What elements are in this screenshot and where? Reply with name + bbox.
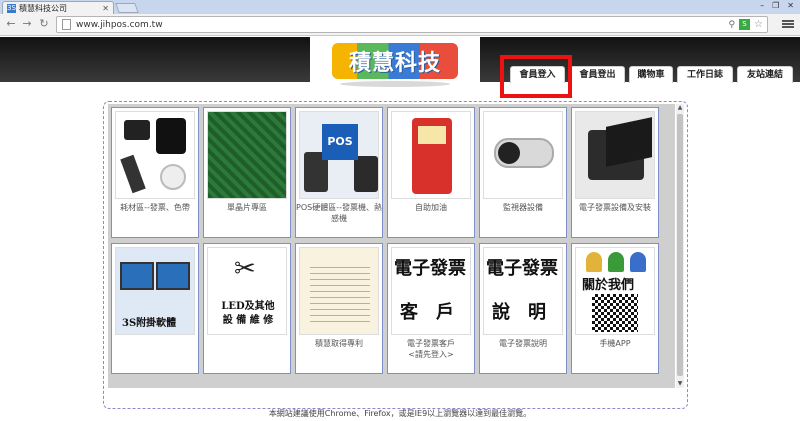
footer-note: 本網站建議使用Chrome、Firefox，或是IE9以上瀏覽器以達到最佳瀏覽。 bbox=[268, 409, 532, 418]
nav-cart[interactable]: 購物車 bbox=[629, 66, 673, 83]
tile-caption[interactable]: 電子發票設備及安裝 bbox=[572, 202, 658, 213]
browser-toolbar: ← → ↻ www.jihpos.com.tw ⚲ S ☆ bbox=[0, 14, 800, 36]
browser-tab[interactable]: 3S 積慧科技公司 ✕ bbox=[2, 1, 114, 14]
tile-e-invoice-explanation[interactable]: 電子發票 說 明 電子發票說明 bbox=[479, 243, 567, 374]
e-invoice-explanation-image: 電子發票 說 明 bbox=[483, 247, 563, 335]
extension-icon[interactable]: S bbox=[739, 19, 751, 30]
window-controls: – ❐ ✕ bbox=[760, 1, 794, 10]
tile-3s-software[interactable]: 3S附掛軟體 bbox=[111, 243, 199, 374]
big-text-line2: 客 戶 bbox=[400, 302, 454, 323]
forward-icon[interactable]: → bbox=[20, 17, 34, 31]
security-camera-image bbox=[483, 111, 563, 199]
nav-friend-links[interactable]: 友站連結 bbox=[737, 66, 793, 83]
scroll-thumb[interactable] bbox=[677, 114, 683, 376]
pos-badge: POS bbox=[322, 124, 358, 160]
tile-caption[interactable]: 電子發票說明 bbox=[480, 338, 566, 349]
tile-text-line2: 設 備 維 修 bbox=[222, 315, 274, 326]
tile-caption[interactable]: POS硬體區--發票機、熱感機 bbox=[296, 202, 382, 224]
invoice-printer-image bbox=[575, 111, 655, 199]
tools-image: ✂ LED及其他 設 備 維 修 bbox=[207, 247, 287, 335]
tile-surveillance[interactable]: 監視器設備 bbox=[479, 107, 567, 238]
site-favicon-icon: 3S bbox=[7, 3, 16, 13]
tab-title: 積慧科技公司 bbox=[19, 3, 67, 13]
menu-icon[interactable] bbox=[782, 18, 794, 30]
browser-tabstrip: 3S 積慧科技公司 ✕ – ❐ ✕ bbox=[0, 0, 800, 14]
big-text-line2: 說 明 bbox=[492, 302, 546, 323]
tile-e-invoice-customers[interactable]: 電子發票 客 戶 電子發票客戶 <請先登入> bbox=[387, 243, 475, 374]
site-logo[interactable]: 積慧科技 bbox=[310, 37, 480, 93]
highlight-box bbox=[500, 55, 572, 98]
tile-e-invoice-equipment[interactable]: 電子發票設備及安裝 bbox=[571, 107, 659, 238]
tile-caption[interactable]: 監視器設備 bbox=[480, 202, 566, 213]
bookmark-star-icon[interactable]: ☆ bbox=[754, 19, 763, 30]
tile-caption[interactable]: 電子發票客戶 <請先登入> bbox=[388, 338, 474, 360]
tile-mobile-app[interactable]: 關於我們 手機APP bbox=[571, 243, 659, 374]
circuit-board-image bbox=[207, 111, 287, 199]
reload-icon[interactable]: ↻ bbox=[37, 17, 51, 31]
qr-code-icon bbox=[592, 294, 638, 332]
caption-line2[interactable]: <請先登入> bbox=[388, 349, 474, 360]
address-bar[interactable]: www.jihpos.com.tw ⚲ S ☆ bbox=[56, 16, 768, 33]
big-text-line1: 電子發票 bbox=[486, 258, 558, 279]
tile-patents[interactable]: 積慧取得專利 bbox=[295, 243, 383, 374]
tab-close-icon[interactable]: ✕ bbox=[102, 4, 109, 13]
back-icon[interactable]: ← bbox=[4, 17, 18, 31]
pos-hardware-image: POS bbox=[299, 111, 379, 199]
about-us-image: 關於我們 bbox=[575, 247, 655, 335]
tile-self-service-fuel[interactable]: 自助加油 bbox=[387, 107, 475, 238]
tile-caption[interactable]: 手機APP bbox=[572, 338, 658, 349]
tile-pos-hardware[interactable]: POS POS硬體區--發票機、熱感機 bbox=[295, 107, 383, 238]
gas-pump-image bbox=[391, 111, 471, 199]
software-title: 3S附掛軟體 bbox=[122, 318, 177, 329]
minimize-button[interactable]: – bbox=[760, 1, 764, 10]
scroll-up-icon[interactable]: ▲ bbox=[676, 104, 684, 112]
about-us-title: 關於我們 bbox=[582, 278, 635, 293]
maximize-button[interactable]: ❐ bbox=[772, 1, 779, 10]
tile-caption[interactable]: 積慧取得專利 bbox=[296, 338, 382, 349]
nav-work-log[interactable]: 工作日誌 bbox=[677, 66, 733, 83]
big-text-line1: 電子發票 bbox=[394, 258, 466, 279]
page-icon bbox=[62, 19, 71, 30]
monitors-image: 3S附掛軟體 bbox=[115, 247, 195, 335]
e-invoice-customers-image: 電子發票 客 戶 bbox=[391, 247, 471, 335]
tile-caption[interactable]: 自助加油 bbox=[388, 202, 474, 213]
new-tab-button[interactable] bbox=[115, 3, 139, 13]
url-text[interactable]: www.jihpos.com.tw bbox=[76, 20, 728, 30]
search-icon[interactable]: ⚲ bbox=[728, 20, 735, 30]
scroll-down-icon[interactable]: ▼ bbox=[676, 380, 684, 388]
nav-member-logout[interactable]: 會員登出 bbox=[570, 66, 625, 83]
people-icon bbox=[586, 252, 646, 274]
tile-consumables[interactable]: 耗材區--發票、色帶 bbox=[111, 107, 199, 238]
consumables-image bbox=[115, 111, 195, 199]
close-window-button[interactable]: ✕ bbox=[787, 1, 794, 10]
wrench-icon: ✂ bbox=[234, 254, 256, 284]
tile-single-chip[interactable]: 單晶片專區 bbox=[203, 107, 291, 238]
grid-scrollbar[interactable]: ▲ ▼ bbox=[676, 104, 684, 388]
tile-text-line1: LED及其他 bbox=[221, 301, 275, 312]
tile-caption[interactable]: 單晶片專區 bbox=[204, 202, 290, 213]
site-nav: 會員登入 會員登出 購物車 工作日誌 友站連結 bbox=[0, 66, 800, 84]
tile-led-repair[interactable]: ✂ LED及其他 設 備 維 修 bbox=[203, 243, 291, 374]
tile-caption[interactable]: 耗材區--發票、色帶 bbox=[112, 202, 198, 213]
caption-line1[interactable]: 電子發票客戶 bbox=[388, 338, 474, 349]
certificate-image bbox=[299, 247, 379, 335]
